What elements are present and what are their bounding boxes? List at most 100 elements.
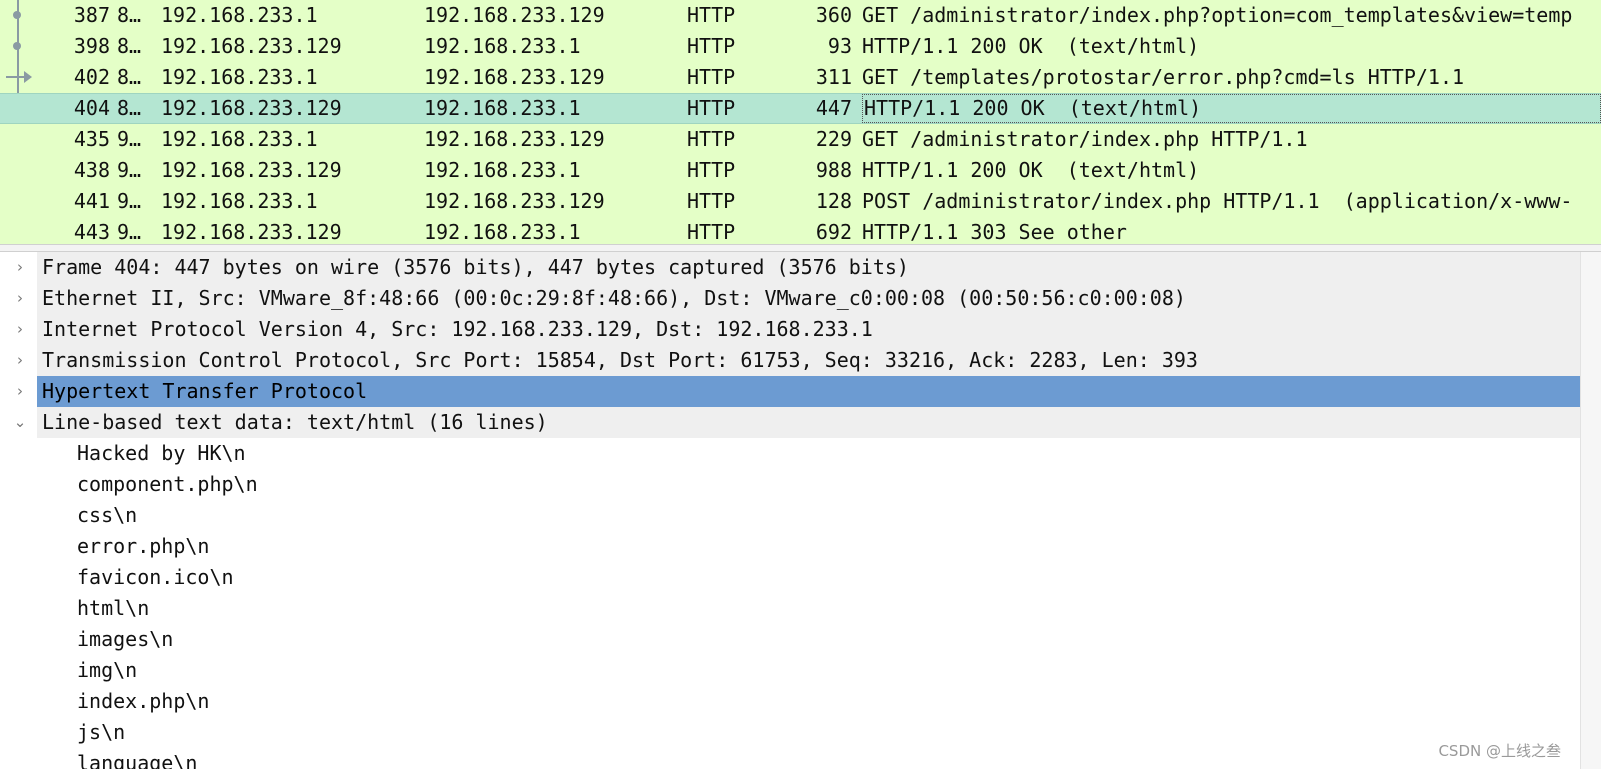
packet-src-cell: 192.168.233.1 bbox=[161, 189, 318, 213]
text-data-line[interactable]: html\n bbox=[0, 593, 1580, 624]
packet-src-cell: 192.168.233.129 bbox=[161, 34, 342, 58]
text-data-line-label: language\n bbox=[77, 751, 198, 769]
packet-no-cell: 438 bbox=[73, 158, 110, 182]
text-data-line[interactable]: js\n bbox=[0, 717, 1580, 748]
packet-row[interactable]: 402 8… 192.168.233.1 192.168.233.129 HTTP 311… bbox=[0, 62, 1601, 93]
text-data-line-label: css\n bbox=[77, 503, 138, 527]
text-data-line-label: component.php\n bbox=[77, 472, 258, 496]
packet-dst-cell: 192.168.233.1 bbox=[424, 96, 581, 120]
packet-proto-cell: HTTP bbox=[687, 96, 736, 120]
packet-time-cell: 9… bbox=[117, 158, 142, 182]
chevron-right-icon[interactable]: › bbox=[10, 376, 30, 407]
packet-len-cell: 93 bbox=[827, 34, 852, 58]
tree-node[interactable]: › Transmission Control Protocol, Src Port… bbox=[0, 345, 1580, 376]
text-data-line-label: index.php\n bbox=[77, 689, 210, 713]
tree-node-label: Frame 404: 447 bytes on wire (3576 bits)… bbox=[37, 252, 1580, 283]
packet-len-cell: 692 bbox=[815, 220, 852, 244]
text-data-line-label: img\n bbox=[77, 658, 138, 682]
packet-proto-cell: HTTP bbox=[687, 220, 736, 244]
packet-no-cell: 441 bbox=[73, 189, 110, 213]
packet-len-cell: 128 bbox=[815, 189, 852, 213]
chevron-right-icon[interactable]: › bbox=[10, 314, 30, 345]
tree-node[interactable]: › Frame 404: 447 bytes on wire (3576 bits… bbox=[0, 252, 1580, 283]
text-data-line[interactable]: Hacked by HK\n bbox=[0, 438, 1580, 469]
tree-node-label: Hypertext Transfer Protocol bbox=[37, 376, 1580, 407]
packet-src-cell: 192.168.233.129 bbox=[161, 220, 342, 244]
packet-info-cell: HTTP/1.1 200 OK (text/html) bbox=[862, 94, 1601, 123]
text-data-line[interactable]: css\n bbox=[0, 500, 1580, 531]
packet-row[interactable]: 435 9… 192.168.233.1 192.168.233.129 HTTP 229… bbox=[0, 124, 1601, 155]
packet-time-cell: 8… bbox=[117, 34, 142, 58]
packet-src-cell: 192.168.233.1 bbox=[161, 65, 318, 89]
packet-row[interactable]: 387 8… 192.168.233.1 192.168.233.129 HTTP 360… bbox=[0, 0, 1601, 31]
packet-dst-cell: 192.168.233.1 bbox=[424, 220, 581, 244]
packet-info-cell: GET /administrator/index.php?option=com_… bbox=[862, 3, 1573, 27]
packet-row[interactable]: 443 9… 192.168.233.129 192.168.233.1 HTTP 692… bbox=[0, 217, 1601, 244]
tree-node[interactable]: › Hypertext Transfer Protocol bbox=[0, 376, 1580, 407]
packet-info-cell: HTTP/1.1 200 OK (text/html) bbox=[862, 34, 1200, 58]
chevron-right-icon[interactable]: › bbox=[10, 345, 30, 376]
packet-proto-cell: HTTP bbox=[687, 189, 736, 213]
packet-info-cell: POST /administrator/index.php HTTP/1.1 (… bbox=[862, 189, 1573, 213]
details-scrollbar[interactable] bbox=[1580, 252, 1601, 769]
text-data-line[interactable]: images\n bbox=[0, 624, 1580, 655]
packet-len-cell: 311 bbox=[815, 65, 852, 89]
text-data-line[interactable]: component.php\n bbox=[0, 469, 1580, 500]
packet-no-cell: 387 bbox=[73, 3, 110, 27]
tree-node-label: Ethernet II, Src: VMware_8f:48:66 (00:0c… bbox=[37, 283, 1580, 314]
text-data-line-label: html\n bbox=[77, 596, 150, 620]
packet-info-cell: GET /administrator/index.php HTTP/1.1 bbox=[862, 127, 1308, 151]
packet-no-cell: 402 bbox=[73, 65, 110, 89]
packet-dst-cell: 192.168.233.1 bbox=[424, 34, 581, 58]
packet-no-cell: 435 bbox=[73, 127, 110, 151]
packet-time-cell: 8… bbox=[117, 96, 142, 120]
packet-row[interactable]: 441 9… 192.168.233.1 192.168.233.129 HTTP 128… bbox=[0, 186, 1601, 217]
packet-dst-cell: 192.168.233.129 bbox=[424, 127, 605, 151]
chevron-right-icon[interactable]: › bbox=[10, 283, 30, 314]
watermark: CSDN @上线之叁 bbox=[1438, 742, 1561, 760]
packet-src-cell: 192.168.233.1 bbox=[161, 3, 318, 27]
packet-dst-cell: 192.168.233.1 bbox=[424, 158, 581, 182]
text-data-line[interactable]: index.php\n bbox=[0, 686, 1580, 717]
packet-proto-cell: HTTP bbox=[687, 127, 736, 151]
packet-row[interactable]: 398 8… 192.168.233.129 192.168.233.1 HTTP 93 H… bbox=[0, 31, 1601, 62]
packet-proto-cell: HTTP bbox=[687, 3, 736, 27]
packet-len-cell: 447 bbox=[815, 96, 852, 120]
text-data-line[interactable]: language\n bbox=[0, 748, 1580, 769]
packet-time-cell: 9… bbox=[117, 127, 142, 151]
tree-node-label: Internet Protocol Version 4, Src: 192.16… bbox=[37, 314, 1580, 345]
packet-time-cell: 8… bbox=[117, 3, 142, 27]
tree-node[interactable]: ⌄ Line-based text data: text/html (16 lin… bbox=[0, 407, 1580, 438]
packet-proto-cell: HTTP bbox=[687, 158, 736, 182]
packet-dst-cell: 192.168.233.129 bbox=[424, 189, 605, 213]
packet-time-cell: 9… bbox=[117, 220, 142, 244]
packet-dst-cell: 192.168.233.129 bbox=[424, 65, 605, 89]
packet-proto-cell: HTTP bbox=[687, 65, 736, 89]
packet-len-cell: 988 bbox=[815, 158, 852, 182]
packet-proto-cell: HTTP bbox=[687, 34, 736, 58]
chevron-down-icon[interactable]: ⌄ bbox=[10, 407, 30, 438]
packet-len-cell: 360 bbox=[815, 3, 852, 27]
packet-no-cell: 398 bbox=[73, 34, 110, 58]
packet-details-tree: › Frame 404: 447 bytes on wire (3576 bits… bbox=[0, 252, 1580, 769]
text-data-line[interactable]: img\n bbox=[0, 655, 1580, 686]
text-data-line-label: images\n bbox=[77, 627, 174, 651]
packet-row[interactable]: 438 9… 192.168.233.129 192.168.233.1 HTTP 988… bbox=[0, 155, 1601, 186]
packet-dst-cell: 192.168.233.129 bbox=[424, 3, 605, 27]
packet-row[interactable]: 404 8… 192.168.233.129 192.168.233.1 HTTP 447… bbox=[0, 93, 1601, 124]
text-data-line-label: Hacked by HK\n bbox=[77, 441, 246, 465]
pane-splitter[interactable] bbox=[0, 244, 1601, 252]
chevron-right-icon[interactable]: › bbox=[10, 252, 30, 283]
packet-no-cell: 404 bbox=[73, 96, 110, 120]
tree-node[interactable]: › Internet Protocol Version 4, Src: 192.1… bbox=[0, 314, 1580, 345]
packet-len-cell: 229 bbox=[815, 127, 852, 151]
text-data-line-label: favicon.ico\n bbox=[77, 565, 234, 589]
text-data-line[interactable]: error.php\n bbox=[0, 531, 1580, 562]
packet-no-cell: 443 bbox=[73, 220, 110, 244]
packet-info-cell: GET /templates/protostar/error.php?cmd=l… bbox=[862, 65, 1465, 89]
text-data-line-label: js\n bbox=[77, 720, 126, 744]
tree-node[interactable]: › Ethernet II, Src: VMware_8f:48:66 (00:0… bbox=[0, 283, 1580, 314]
packet-info-cell: HTTP/1.1 200 OK (text/html) bbox=[862, 158, 1200, 182]
text-data-line[interactable]: favicon.ico\n bbox=[0, 562, 1580, 593]
packet-info-cell: HTTP/1.1 303 See other bbox=[862, 220, 1127, 244]
